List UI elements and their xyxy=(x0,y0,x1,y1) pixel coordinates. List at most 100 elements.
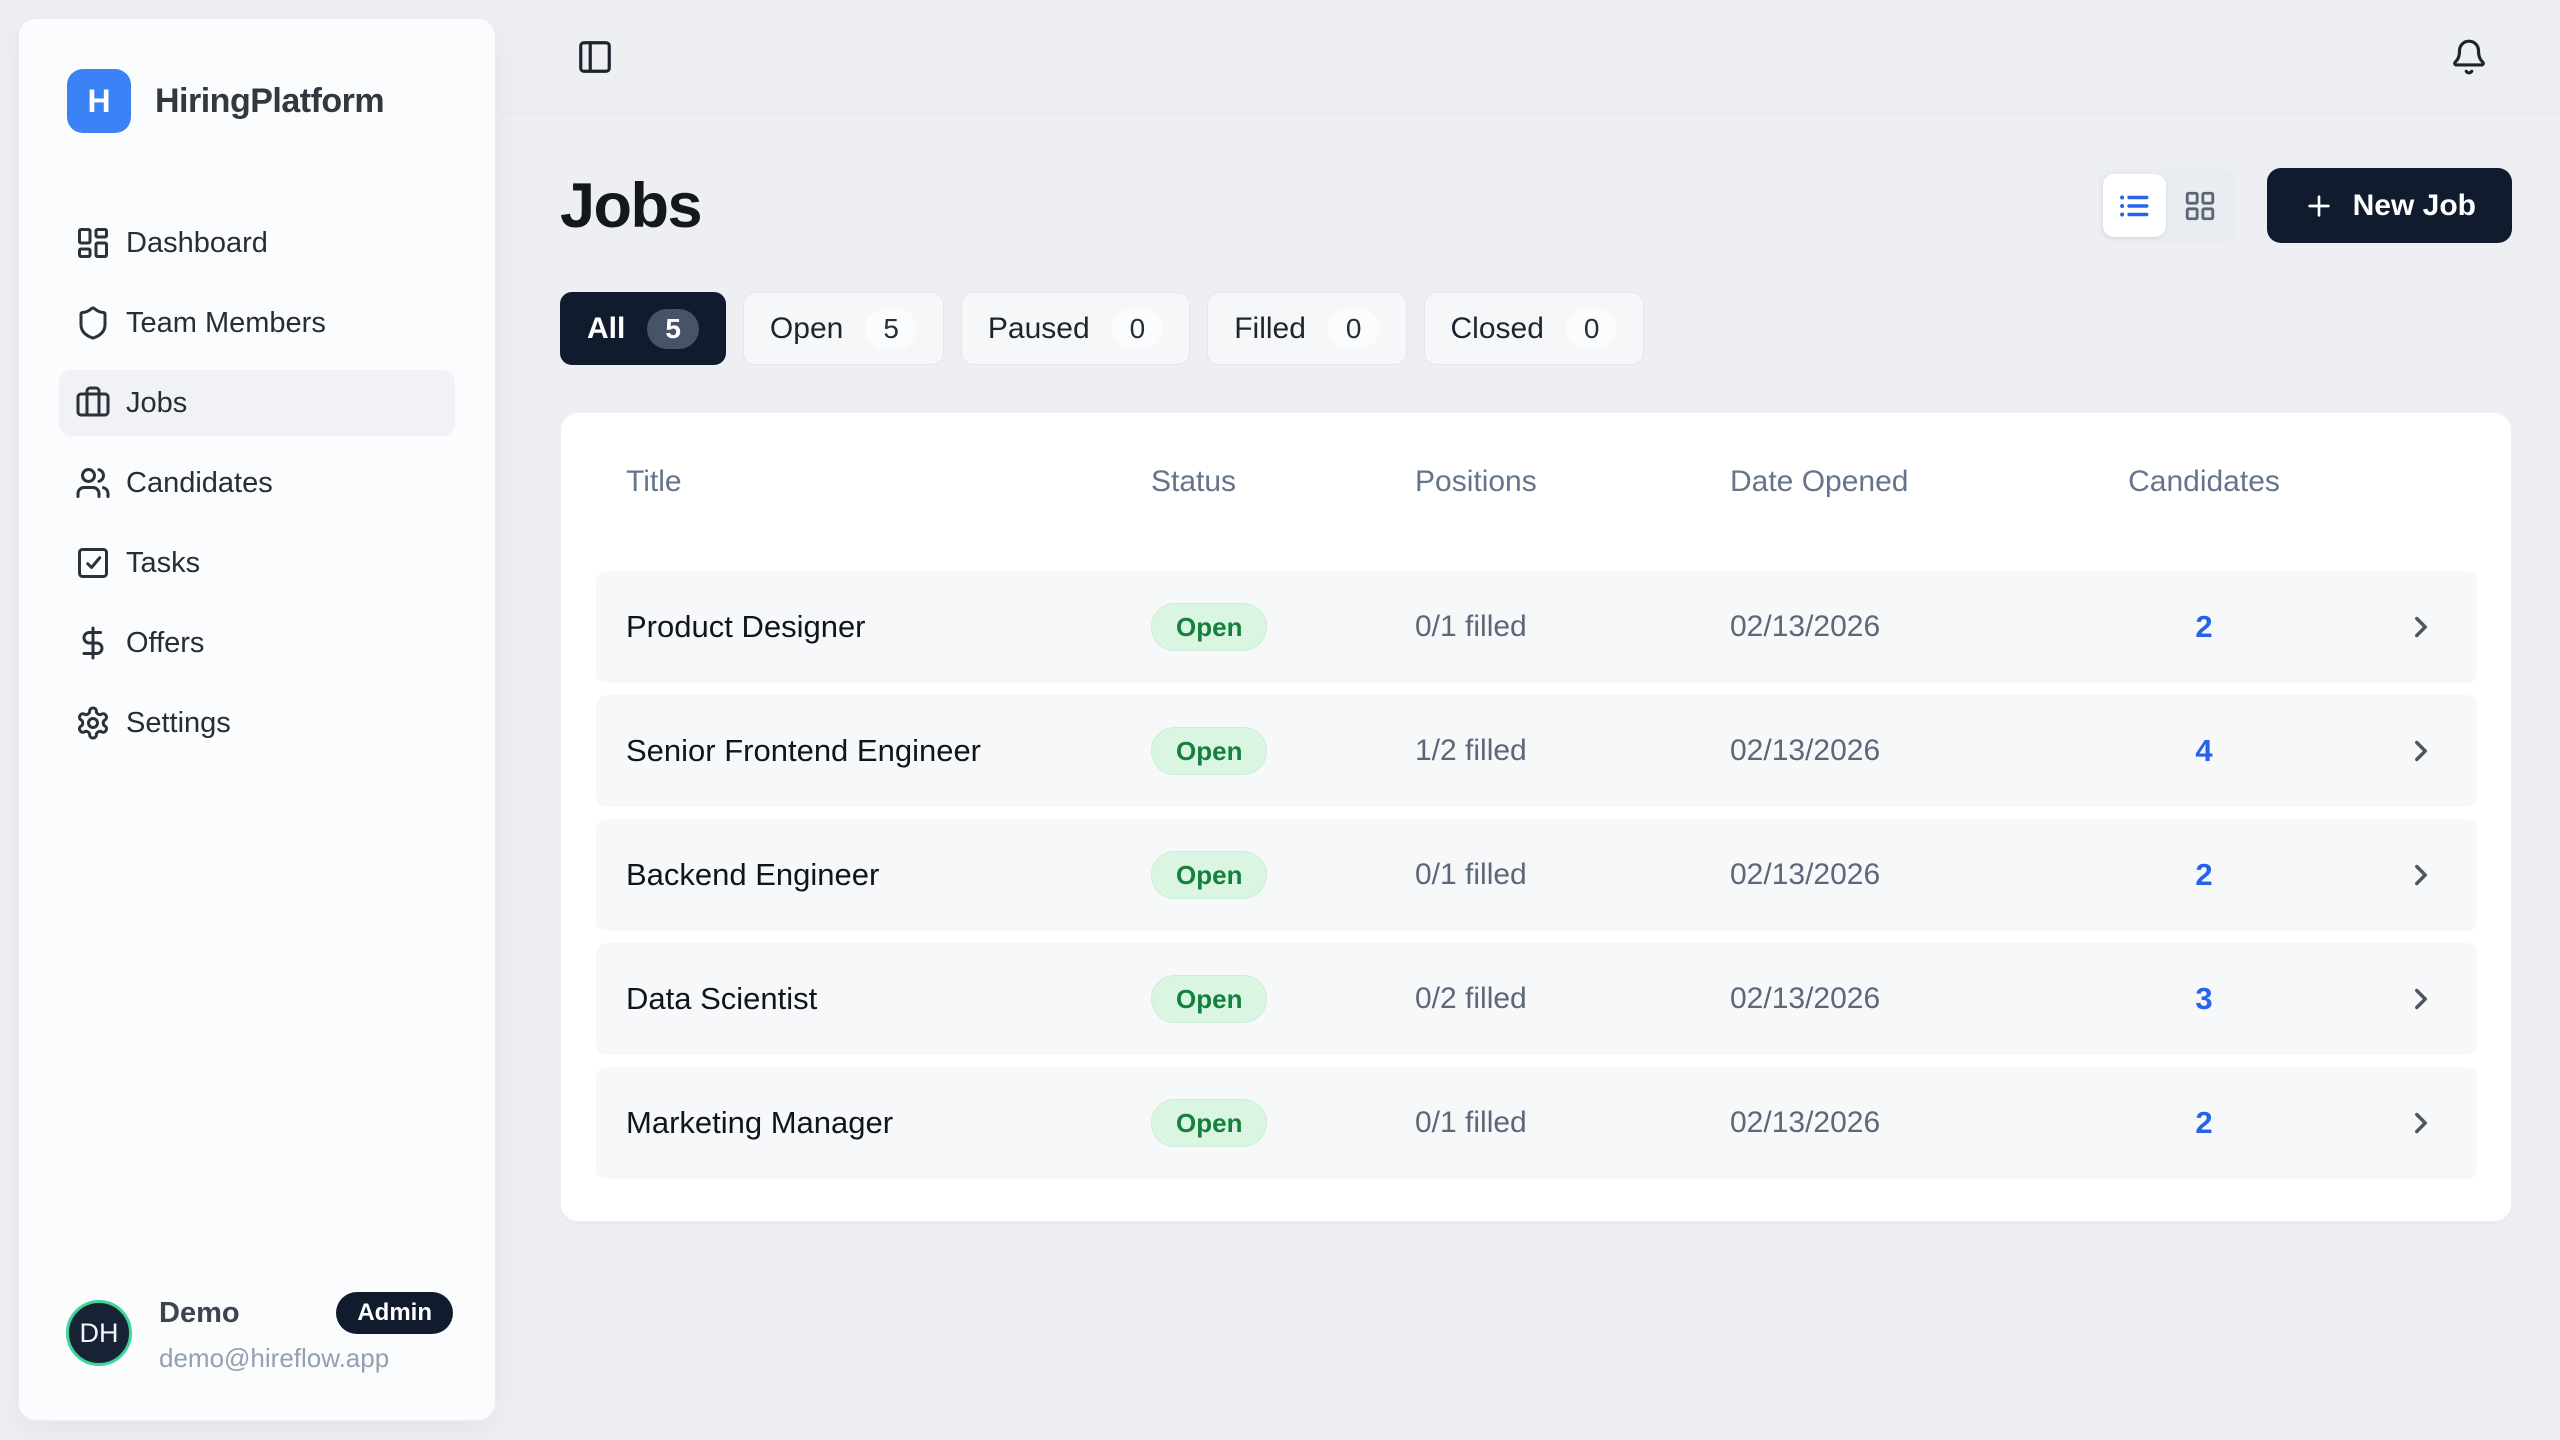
sidebar-item-label: Dashboard xyxy=(126,227,268,260)
sidebar-item-dashboard[interactable]: Dashboard xyxy=(59,210,455,276)
view-toggle xyxy=(2098,169,2237,242)
topbar xyxy=(496,0,2560,114)
sidebar-item-team-members[interactable]: Team Members xyxy=(59,290,455,356)
job-title: Marketing Manager xyxy=(596,1105,1151,1141)
chevron-right-icon xyxy=(2404,734,2438,768)
user-profile[interactable]: DH Demo Admin demo@hireflow.app xyxy=(66,1292,453,1374)
filter-count-badge: 5 xyxy=(865,309,917,349)
briefcase-icon xyxy=(75,385,111,421)
sidebar-item-label: Candidates xyxy=(126,467,273,500)
new-job-button[interactable]: New Job xyxy=(2267,168,2512,243)
brand-name: HiringPlatform xyxy=(155,82,384,121)
job-date-opened: 02/13/2026 xyxy=(1730,858,2044,892)
job-row[interactable]: Senior Frontend Engineer Open 1/2 filled… xyxy=(596,695,2477,807)
job-status-cell: Open xyxy=(1151,851,1415,899)
job-candidates-count[interactable]: 2 xyxy=(2044,609,2364,645)
filter-filled[interactable]: Filled 0 xyxy=(1207,292,1406,365)
job-positions: 0/1 filled xyxy=(1415,610,1730,644)
app-root: H HiringPlatform Dashboard Team Members … xyxy=(0,0,2560,1440)
chevron-right-icon xyxy=(2404,858,2438,892)
sidebar-item-label: Jobs xyxy=(126,387,187,420)
avatar: DH xyxy=(66,1300,132,1366)
filter-label: Filled xyxy=(1234,312,1306,346)
chevron-right-icon xyxy=(2404,1106,2438,1140)
jobs-page: Jobs New Job All 5 Open 5 xyxy=(496,114,2560,1222)
job-candidates-count[interactable]: 2 xyxy=(2044,1105,2364,1141)
users-icon xyxy=(75,465,111,501)
sidebar-item-tasks[interactable]: Tasks xyxy=(59,530,455,596)
filter-all[interactable]: All 5 xyxy=(560,292,726,365)
sidebar: H HiringPlatform Dashboard Team Members … xyxy=(18,18,496,1421)
job-date-opened: 02/13/2026 xyxy=(1730,734,2044,768)
job-row[interactable]: Product Designer Open 0/1 filled 02/13/2… xyxy=(596,571,2477,683)
job-candidates-count[interactable]: 2 xyxy=(2044,857,2364,893)
user-name: Demo xyxy=(159,1297,240,1330)
status-filters: All 5 Open 5 Paused 0 Filled 0 Closed 0 xyxy=(560,292,2512,365)
column-status: Status xyxy=(1151,465,1415,499)
job-positions: 0/1 filled xyxy=(1415,858,1730,892)
filter-count-badge: 0 xyxy=(1566,309,1618,349)
job-status-cell: Open xyxy=(1151,727,1415,775)
new-job-label: New Job xyxy=(2353,189,2476,223)
status-badge: Open xyxy=(1151,727,1267,775)
brand: H HiringPlatform xyxy=(67,69,455,133)
filter-paused[interactable]: Paused 0 xyxy=(961,292,1190,365)
job-title: Senior Frontend Engineer xyxy=(596,733,1151,769)
job-status-cell: Open xyxy=(1151,1099,1415,1147)
list-view-button[interactable] xyxy=(2103,174,2166,237)
sidebar-toggle-button[interactable] xyxy=(576,38,614,76)
table-header-row: Title Status Positions Date Opened Candi… xyxy=(596,447,2477,517)
job-row[interactable]: Marketing Manager Open 0/1 filled 02/13/… xyxy=(596,1067,2477,1179)
job-open-action[interactable] xyxy=(2364,982,2477,1016)
job-date-opened: 02/13/2026 xyxy=(1730,982,2044,1016)
job-date-opened: 02/13/2026 xyxy=(1730,1106,2044,1140)
job-candidates-count[interactable]: 3 xyxy=(2044,981,2364,1017)
job-candidates-count[interactable]: 4 xyxy=(2044,733,2364,769)
job-title: Backend Engineer xyxy=(596,857,1151,893)
chevron-right-icon xyxy=(2404,982,2438,1016)
grid-view-button[interactable] xyxy=(2169,174,2232,237)
sidebar-item-settings[interactable]: Settings xyxy=(59,690,455,756)
plus-icon xyxy=(2303,190,2335,222)
avatar-initials: DH xyxy=(80,1318,119,1349)
sidebar-item-offers[interactable]: Offers xyxy=(59,610,455,676)
user-info: Demo Admin demo@hireflow.app xyxy=(159,1292,453,1374)
job-positions: 0/2 filled xyxy=(1415,982,1730,1016)
job-row[interactable]: Backend Engineer Open 0/1 filled 02/13/2… xyxy=(596,819,2477,931)
notifications-button[interactable] xyxy=(2450,38,2488,76)
filter-closed[interactable]: Closed 0 xyxy=(1424,292,1645,365)
status-badge: Open xyxy=(1151,851,1267,899)
shield-icon xyxy=(75,305,111,341)
grid-icon xyxy=(2183,189,2217,223)
filter-open[interactable]: Open 5 xyxy=(743,292,944,365)
job-open-action[interactable] xyxy=(2364,734,2477,768)
filter-count-badge: 0 xyxy=(1328,309,1380,349)
main-area: Jobs New Job All 5 Open 5 xyxy=(496,0,2560,1440)
job-row[interactable]: Data Scientist Open 0/2 filled 02/13/202… xyxy=(596,943,2477,1055)
sidebar-item-label: Offers xyxy=(126,627,204,660)
filter-label: Closed xyxy=(1451,312,1544,346)
user-email: demo@hireflow.app xyxy=(159,1343,453,1374)
job-open-action[interactable] xyxy=(2364,1106,2477,1140)
sidebar-item-candidates[interactable]: Candidates xyxy=(59,450,455,516)
sidebar-item-label: Team Members xyxy=(126,307,326,340)
job-status-cell: Open xyxy=(1151,975,1415,1023)
job-positions: 0/1 filled xyxy=(1415,1106,1730,1140)
filter-label: All xyxy=(587,312,625,346)
brand-logo: H xyxy=(67,69,131,133)
table-body: Product Designer Open 0/1 filled 02/13/2… xyxy=(596,571,2477,1179)
user-top-row: Demo Admin xyxy=(159,1292,453,1334)
job-open-action[interactable] xyxy=(2364,610,2477,644)
filter-label: Open xyxy=(770,312,843,346)
job-open-action[interactable] xyxy=(2364,858,2477,892)
filter-label: Paused xyxy=(988,312,1090,346)
column-date-opened: Date Opened xyxy=(1730,465,2044,499)
sidebar-nav: Dashboard Team Members Jobs Candidates T… xyxy=(59,210,455,756)
column-candidates: Candidates xyxy=(2044,465,2364,499)
tasks-icon xyxy=(75,545,111,581)
sidebar-item-label: Settings xyxy=(126,707,231,740)
status-badge: Open xyxy=(1151,1099,1267,1147)
job-title: Data Scientist xyxy=(596,981,1151,1017)
filter-count-badge: 0 xyxy=(1112,309,1164,349)
sidebar-item-jobs[interactable]: Jobs xyxy=(59,370,455,436)
